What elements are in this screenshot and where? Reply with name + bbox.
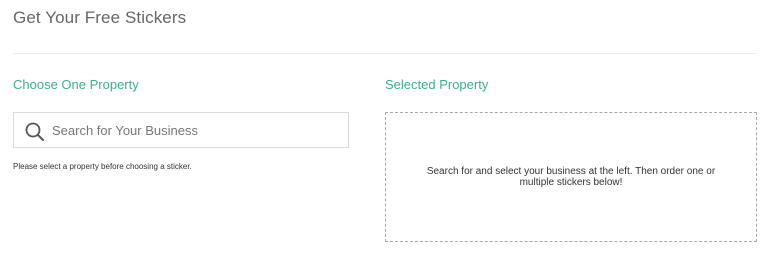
selected-property-heading: Selected Property <box>385 77 489 92</box>
search-box[interactable] <box>13 112 349 148</box>
selected-property-message: Search for and select your business at t… <box>426 166 716 188</box>
divider <box>13 53 757 54</box>
search-input[interactable] <box>52 113 342 147</box>
page-title: Get Your Free Stickers <box>13 8 187 27</box>
selected-property-box: Search for and select your business at t… <box>385 112 757 242</box>
search-icon <box>24 121 46 143</box>
choose-property-heading: Choose One Property <box>13 77 139 92</box>
help-text: Please select a property before choosing… <box>13 162 192 171</box>
